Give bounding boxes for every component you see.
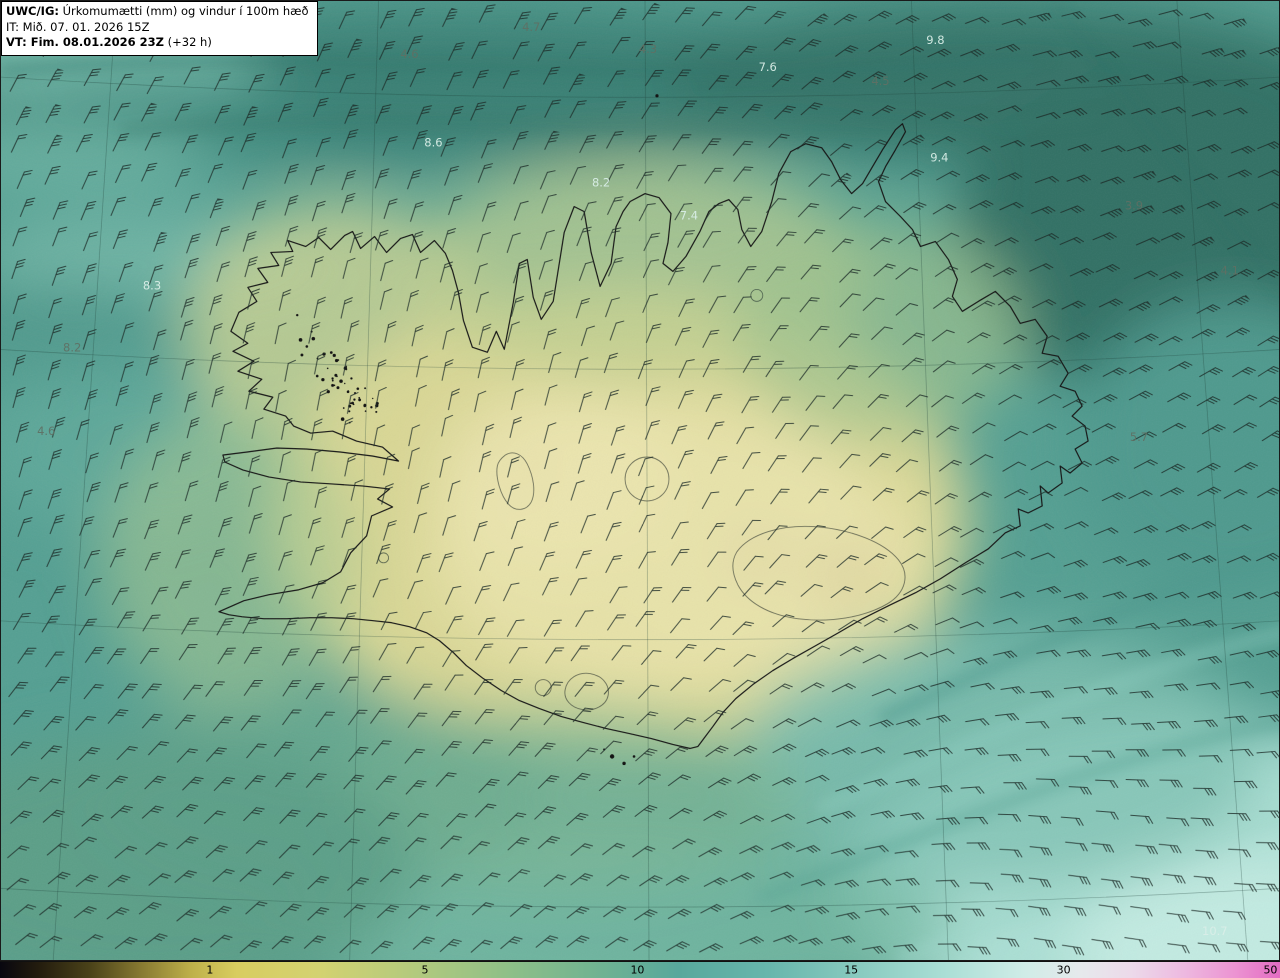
- colorbar-tick-labels: 1 5 10 15 30 50: [0, 962, 1280, 978]
- map-canvas: 4.74.6 4.37.64.59.88.68.27.49.43.94.18.38…: [1, 1, 1279, 960]
- valid-time-line: VT: Fim. 08.01.2026 23Z (+32 h): [6, 35, 309, 51]
- grain-overlay: [1, 1, 1279, 960]
- model-id-label: UWC/IG:: [6, 4, 59, 18]
- precipitation-wind-map: 4.7 4.6 4.3 7.6 4.5 9.8 8.6 8.2 7.4 9.4 3.9 4.1 8.3 8…: [0, 0, 1280, 978]
- colorbar-tick-label: 15: [844, 963, 859, 977]
- precipitation-scale: 1 5 10 15 30 50: [0, 961, 1280, 978]
- colorbar-tick-label: 30: [1056, 963, 1071, 977]
- colorbar-tick-label: 5: [421, 963, 429, 977]
- map-area: 4.7 4.6 4.3 7.6 4.5 9.8 8.6 8.2 7.4 9.4 3.9 4.1 8.3 8…: [0, 0, 1280, 961]
- colorbar-tick-label: 50: [1263, 963, 1278, 977]
- valid-time: VT: Fim. 08.01.2026 23Z: [6, 35, 164, 50]
- product-title: Úrkomumætti (mm) og vindur í 100m hæð: [62, 4, 309, 18]
- lead-time: (+32 h): [167, 35, 212, 50]
- colorbar-tick-label: 1: [206, 963, 214, 977]
- colorbar-tick-label: 10: [630, 963, 645, 977]
- info-line-title: UWC/IG: Úrkomumætti (mm) og vindur í 100…: [6, 4, 309, 20]
- init-time-line: IT: Mið. 07. 01. 2026 15Z: [6, 19, 150, 34]
- forecast-info-box: UWC/IG: Úrkomumætti (mm) og vindur í 100…: [1, 1, 318, 56]
